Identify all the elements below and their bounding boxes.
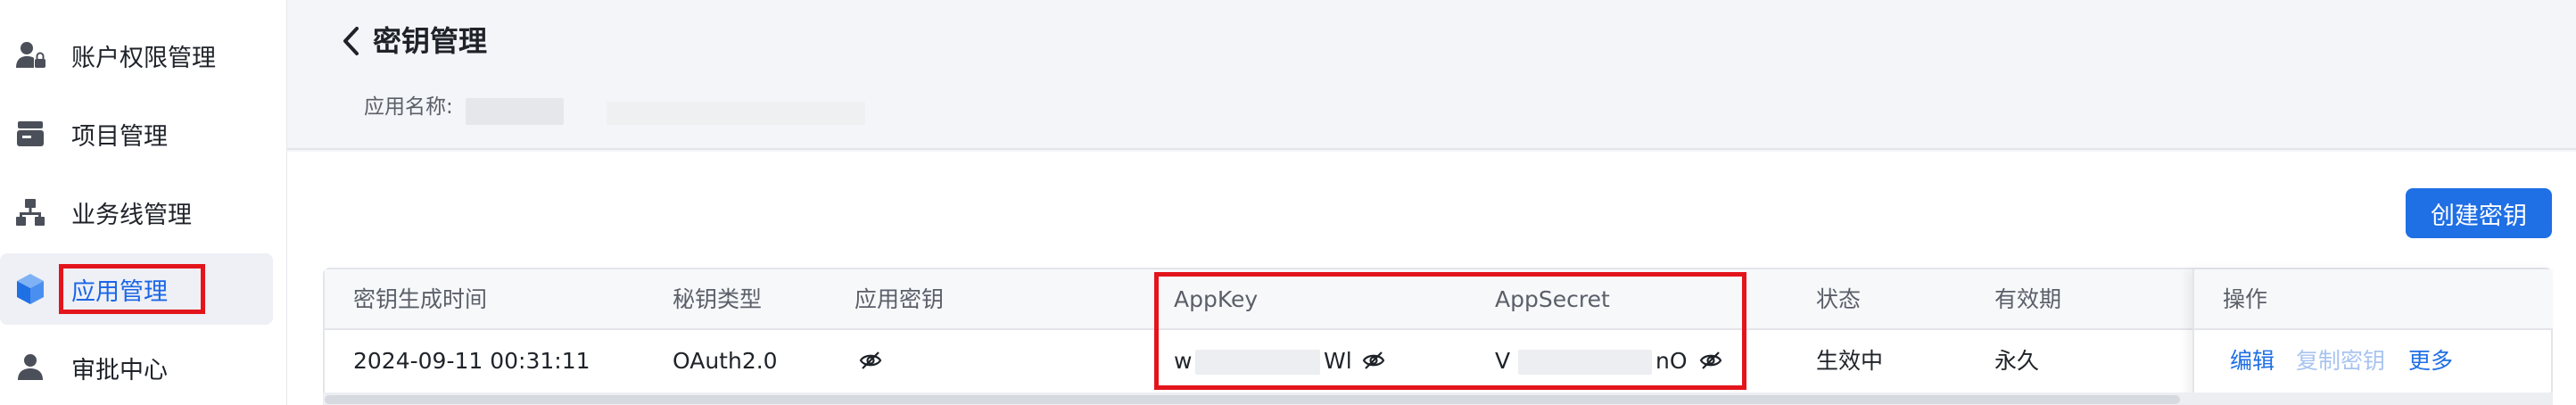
sidebar-item-approval-center[interactable]: 审批中心 (0, 332, 287, 403)
folder-stack-icon (12, 116, 48, 152)
edit-link[interactable]: 编辑 (2230, 346, 2275, 376)
page-header (287, 0, 2576, 150)
sidebar-item-account-permissions[interactable]: 账户权限管理 (0, 20, 287, 91)
more-link[interactable]: 更多 (2408, 346, 2453, 376)
page-title: 密钥管理 (373, 24, 488, 58)
highlight-box-keys (1154, 272, 1746, 390)
redacted-app-name (466, 98, 564, 125)
sidebar-item-label: 项目管理 (71, 122, 168, 151)
column-header-key-type: 秘钥类型 (673, 286, 763, 312)
column-header-status: 状态 (1816, 286, 1862, 312)
sidebar-item-projects[interactable]: 项目管理 (0, 98, 287, 169)
sidebar: 账户权限管理 项目管理 业务线管理 应用管理 审批中心 (0, 0, 287, 405)
column-header-created-at: 密钥生成时间 (353, 286, 488, 312)
eye-off-icon[interactable] (858, 348, 883, 373)
org-tree-icon (12, 194, 48, 230)
actions-column: 操作 编辑 复制密钥 更多 (2192, 269, 2553, 405)
user-lock-icon (12, 37, 48, 73)
cell-status: 生效中 (1816, 348, 1884, 374)
cell-validity: 永久 (1994, 348, 2040, 374)
cube-icon (12, 271, 48, 307)
person-icon (12, 350, 48, 385)
sidebar-item-label: 审批中心 (71, 356, 168, 384)
cell-created-at: 2024-09-11 00:31:11 (353, 348, 590, 374)
sidebar-item-business-lines[interactable]: 业务线管理 (0, 177, 287, 248)
highlight-box-nav (59, 264, 205, 314)
copy-key-link[interactable]: 复制密钥 (2296, 346, 2385, 376)
scrollbar-thumb[interactable] (325, 395, 2180, 404)
chevron-left-icon (343, 27, 359, 55)
column-header-actions: 操作 (2223, 286, 2268, 312)
redacted-app-name (607, 102, 865, 125)
sidebar-item-label: 业务线管理 (71, 201, 192, 229)
cell-key-type: OAuth2.0 (673, 348, 778, 374)
sidebar-item-label: 账户权限管理 (71, 44, 216, 72)
app-name-label: 应用名称: (364, 95, 453, 119)
column-header-validity: 有效期 (1994, 286, 2062, 312)
column-header-app-key-secret: 应用密钥 (855, 286, 945, 312)
create-key-button[interactable]: 创建密钥 (2406, 188, 2552, 238)
back-button[interactable] (337, 21, 364, 61)
